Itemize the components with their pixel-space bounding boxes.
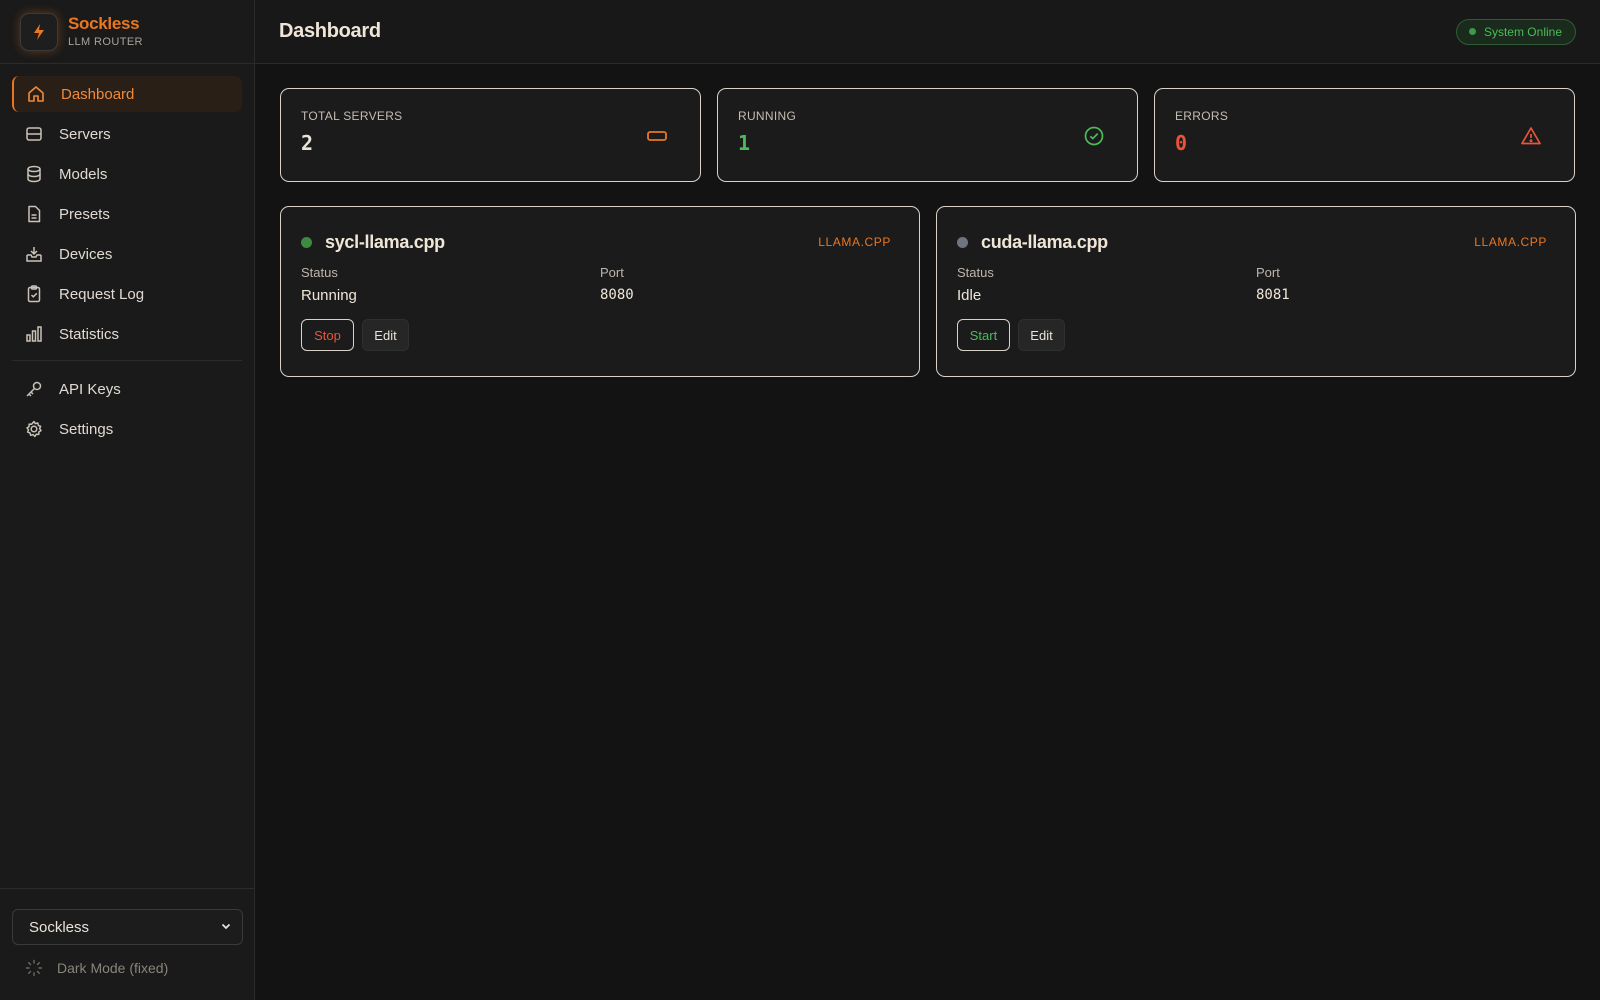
workspace-select-value: Sockless (29, 918, 90, 936)
gear-icon (24, 419, 44, 439)
server-name: cuda-llama.cpp (981, 231, 1108, 252)
chevron-down-icon (220, 919, 232, 936)
workspace-select[interactable]: Sockless (12, 909, 243, 945)
server-icon (645, 124, 669, 148)
brand-name: Sockless (68, 14, 140, 34)
sidebar-item-label: API Keys (59, 380, 121, 398)
status-dot (1468, 28, 1476, 35)
sidebar-item-models[interactable]: Models (12, 156, 242, 192)
sidebar-item-presets[interactable]: Presets (12, 196, 242, 232)
nav-divider (12, 360, 242, 361)
stat-card-running: RUNNING 1 (717, 88, 1138, 182)
database-icon (24, 164, 44, 184)
server-type-badge: LLAMA.CPP (1474, 235, 1547, 249)
lightning-bolt-icon (20, 12, 58, 51)
sidebar-item-label: Devices (59, 245, 113, 263)
stop-button[interactable]: Stop (301, 319, 354, 351)
sidebar-item-label: Statistics (59, 325, 120, 343)
server-status-dot (957, 236, 968, 248)
sidebar-item-servers[interactable]: Servers (12, 116, 242, 152)
server-name: sycl-llama.cpp (325, 231, 445, 252)
sidebar-footer: Sockless Dark Mode (fixed) (0, 888, 255, 1000)
stat-label: ERRORS (1175, 109, 1229, 123)
stat-card-errors: ERRORS 0 (1154, 88, 1575, 182)
stat-value: 1 (738, 131, 751, 155)
loader-icon (25, 959, 43, 977)
dark-mode-toggle[interactable]: Dark Mode (fixed) (12, 959, 243, 977)
inbox-icon (24, 244, 44, 264)
top-header: Dashboard System Online (255, 0, 1600, 64)
status-label: Status (301, 265, 338, 280)
sidebar-item-label: Presets (59, 205, 110, 223)
sidebar-item-statistics[interactable]: Statistics (12, 316, 242, 352)
sidebar-item-dashboard[interactable]: Dashboard (12, 76, 242, 112)
server-icon (24, 124, 44, 144)
stat-label: RUNNING (738, 109, 797, 123)
server-card: sycl-llama.cpp LLAMA.CPP Status Running … (280, 206, 920, 377)
sidebar-item-label: Request Log (59, 285, 145, 303)
sidebar-item-settings[interactable]: Settings (12, 411, 242, 447)
edit-button[interactable]: Edit (362, 319, 409, 351)
sidebar-item-label: Models (59, 165, 108, 183)
dark-mode-label: Dark Mode (fixed) (57, 960, 169, 976)
document-icon (24, 204, 44, 224)
status-value: Running (301, 287, 357, 304)
port-label: Port (1256, 265, 1280, 280)
status-label: Status (957, 265, 994, 280)
server-cards: sycl-llama.cpp LLAMA.CPP Status Running … (280, 206, 1576, 377)
edit-button[interactable]: Edit (1018, 319, 1065, 351)
home-icon (26, 84, 46, 104)
stat-value: 2 (301, 131, 314, 155)
port-value: 8081 (1256, 287, 1290, 303)
port-value: 8080 (600, 287, 634, 303)
clipboard-icon (24, 284, 44, 304)
main-content: TOTAL SERVERS 2 RUNNING 1 ERRORS 0 sycl-… (255, 64, 1600, 1000)
key-icon (24, 379, 44, 399)
server-status-dot (301, 236, 312, 248)
stat-label: TOTAL SERVERS (301, 109, 403, 123)
sidebar-item-devices[interactable]: Devices (12, 236, 242, 272)
stat-value: 0 (1175, 131, 1188, 155)
server-type-badge: LLAMA.CPP (818, 235, 891, 249)
check-circle-icon (1082, 124, 1106, 148)
server-card: cuda-llama.cpp LLAMA.CPP Status Idle Por… (936, 206, 1576, 377)
status-value: Idle (957, 287, 982, 304)
system-status-text: System Online (1483, 24, 1562, 39)
brand-subtitle: LLM ROUTER (68, 35, 143, 48)
sidebar-item-api-keys[interactable]: API Keys (12, 371, 242, 407)
sidebar: Sockless LLM ROUTER Dashboard Servers Mo… (0, 0, 255, 1000)
sidebar-item-label: Dashboard (61, 85, 135, 103)
sidebar-nav: Dashboard Servers Models Presets Devices (0, 64, 254, 447)
sidebar-item-label: Servers (59, 125, 111, 143)
page-title: Dashboard (279, 20, 381, 42)
port-label: Port (600, 265, 624, 280)
sidebar-item-label: Settings (59, 420, 114, 438)
start-button[interactable]: Start (957, 319, 1010, 351)
stats-row: TOTAL SERVERS 2 RUNNING 1 ERRORS 0 (280, 88, 1575, 182)
system-status-badge: System Online (1455, 18, 1576, 45)
bar-chart-icon (24, 324, 44, 344)
sidebar-item-request-log[interactable]: Request Log (12, 276, 242, 312)
warning-icon (1519, 124, 1543, 148)
stat-card-total-servers: TOTAL SERVERS 2 (280, 88, 701, 182)
brand[interactable]: Sockless LLM ROUTER (0, 0, 254, 64)
